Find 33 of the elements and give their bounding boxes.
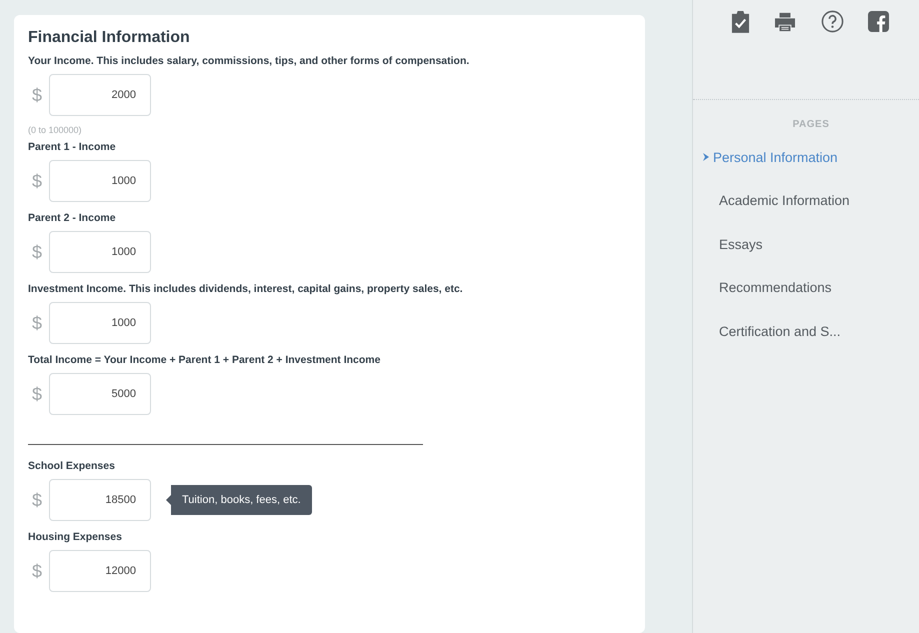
field-label: School Expenses [28,460,115,472]
tooltip: Tuition, books, fees, etc. [166,485,312,515]
page-link[interactable]: Recommendations [719,280,832,295]
pages-heading: PAGES [792,119,830,130]
amount-field[interactable]: 18500 [49,479,151,521]
currency-symbol: $ [32,312,44,334]
field-label: Your Income. This includes salary, commissions, tips, and other forms of compensation. [28,55,470,67]
page-link[interactable]: Academic Information [719,193,850,208]
facebook-icon[interactable] [868,11,889,32]
currency-symbol: $ [32,560,44,582]
field-label: Investment Income. This includes dividends, interest, capital gains, property sales, etc. [28,283,463,295]
amount-field[interactable]: 2000 [49,74,151,116]
page-link[interactable]: Certification and S... [719,324,841,338]
currency-symbol: $ [32,384,44,404]
field-label: Parent 2 - Income [28,212,116,224]
amount-field[interactable]: 1000 [49,231,151,273]
clipboard-check-icon[interactable] [731,10,750,33]
currency-symbol: $ [32,84,44,106]
amount-field[interactable]: 5000 [49,373,151,415]
currency-symbol: $ [32,490,44,510]
print-icon[interactable] [774,12,796,32]
currency-symbol: $ [32,170,44,192]
currency-symbol: $ [32,242,44,262]
range-hint: (0 to 100000) [28,125,82,135]
section-title: Financial Information [28,29,190,47]
amount-field[interactable]: 1000 [49,160,151,202]
field-label: Parent 1 - Income [28,141,116,153]
page-link[interactable]: Essays [719,236,763,252]
field-label: Total Income = Your Income + Parent 1 + Parent 2 + Investment Income [28,354,380,366]
amount-field[interactable]: 1000 [49,302,151,344]
field-label: Housing Expenses [28,531,122,543]
amount-field[interactable]: 12000 [49,550,151,592]
help-icon[interactable] [820,10,844,33]
